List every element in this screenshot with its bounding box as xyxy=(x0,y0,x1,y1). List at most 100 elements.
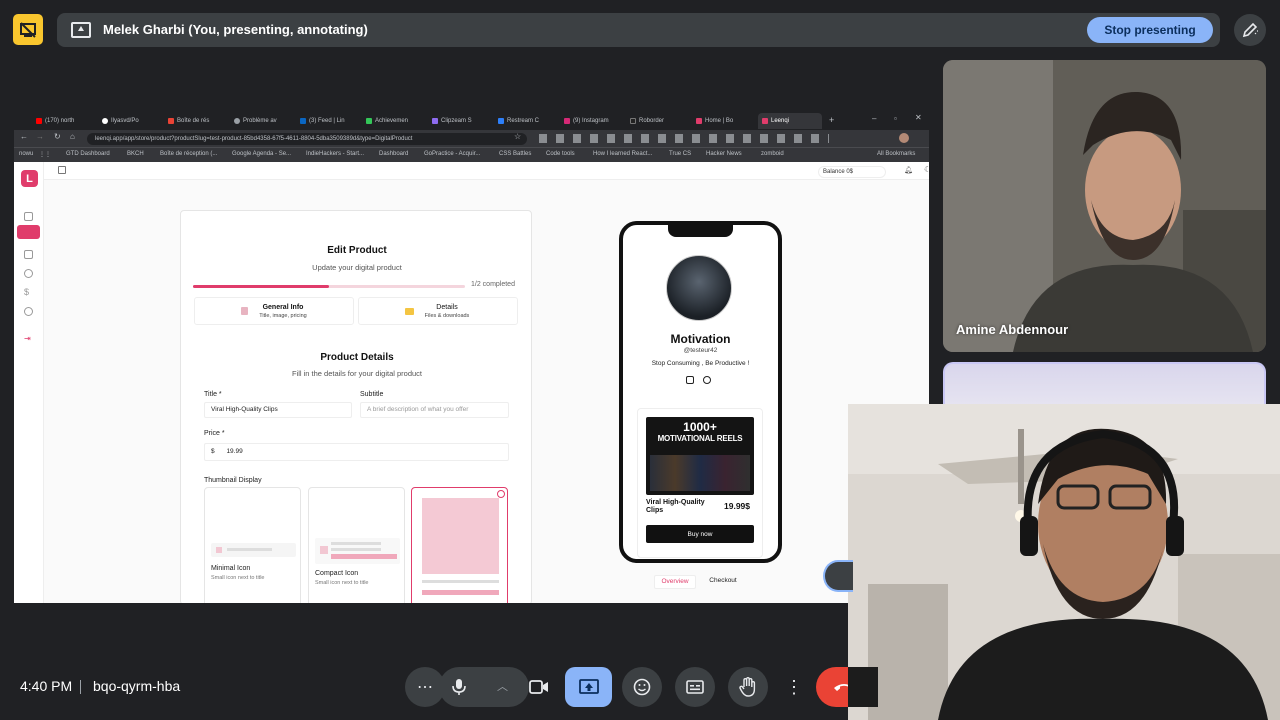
divider xyxy=(80,680,81,694)
thumb-option-minimal[interactable]: Minimal Icon Small icon next to title xyxy=(204,487,301,603)
bookmark-item[interactable]: Google Agenda - Se... xyxy=(232,151,291,157)
captions-icon xyxy=(686,680,704,694)
bell-icon[interactable]: 🔔︎ xyxy=(904,166,913,174)
thumb-option-compact[interactable]: Compact Icon Small icon next to title xyxy=(308,487,405,603)
forward-icon[interactable]: → xyxy=(36,132,44,141)
restore-icon[interactable]: ▫ xyxy=(894,114,897,123)
bookmark-item[interactable]: GTD Dashboard xyxy=(66,151,110,157)
close-window-icon[interactable]: ✕ xyxy=(915,113,922,122)
browser-tab[interactable]: (3) Feed | Lin xyxy=(296,113,360,129)
app-logo[interactable]: L xyxy=(21,170,38,187)
step-general-info[interactable]: General Info Title, image, pricing xyxy=(194,297,354,325)
price-input[interactable]: $ 19.99 xyxy=(204,443,509,461)
browser-tab[interactable]: Home | Bo xyxy=(692,113,756,129)
more-vert-icon: ⋮ xyxy=(785,677,803,697)
browser-tab[interactable]: Roborder xyxy=(626,113,690,129)
screen-off-icon xyxy=(20,21,36,38)
home-button-icon[interactable]: ⌂ xyxy=(70,132,75,141)
bookmark-item[interactable]: How I learned React... xyxy=(593,151,652,157)
tab-checkout[interactable]: Checkout xyxy=(702,575,744,589)
selected-radio-icon xyxy=(497,490,505,498)
meet-logo-icon[interactable] xyxy=(13,14,43,45)
clipzeam-icon xyxy=(432,118,438,124)
bookmark-item[interactable]: zomboid xyxy=(761,151,784,157)
bookmark-item[interactable]: GoPractice - Acquir... xyxy=(424,151,480,157)
step-details[interactable]: Details Files & downloads xyxy=(358,297,518,325)
more-vert-button[interactable]: ⋮ xyxy=(774,667,814,707)
settings-icon[interactable] xyxy=(24,307,33,316)
self-view-tile[interactable] xyxy=(848,404,1280,720)
title-label: Title * xyxy=(204,391,222,398)
bookmark-item[interactable]: Code tools xyxy=(546,151,575,157)
sidebar-toggle-icon[interactable] xyxy=(58,166,66,174)
browser-tab-active[interactable]: Leenqi xyxy=(758,113,822,129)
browser-tab[interactable]: (170) north xyxy=(32,113,96,129)
dollar-icon[interactable]: $ xyxy=(24,288,33,297)
bookmark-item[interactable]: nowu xyxy=(19,151,33,157)
browser-tab[interactable]: Ilyasvd/Po xyxy=(98,113,162,129)
bookmark-item[interactable]: CSS Battles xyxy=(499,151,531,157)
stop-presenting-button[interactable]: Stop presenting xyxy=(1087,17,1213,43)
browser-tab[interactable]: Clipzeam S xyxy=(428,113,492,129)
buy-now-button[interactable]: Buy now xyxy=(646,525,754,543)
browser-tab[interactable]: Problème av xyxy=(230,113,294,129)
bookmark-item[interactable]: All Bookmarks xyxy=(877,151,915,157)
price-label: Price * xyxy=(204,430,225,437)
store-nav-active[interactable] xyxy=(17,225,40,239)
reload-icon[interactable]: ↻ xyxy=(54,132,61,141)
reactions-button[interactable] xyxy=(622,667,662,707)
browser-tab[interactable]: (9) Instagram xyxy=(560,113,624,129)
logout-icon[interactable]: ⇥ xyxy=(24,334,33,343)
self-view-edge xyxy=(848,667,878,707)
emoji-icon xyxy=(633,678,651,696)
analytics-icon[interactable] xyxy=(24,212,33,221)
extensions-icon[interactable] xyxy=(539,134,829,143)
clock: 4:40 PM xyxy=(20,678,73,694)
camera-button[interactable] xyxy=(519,667,559,707)
globe-icon[interactable] xyxy=(703,376,711,384)
apps-grid-icon[interactable]: ⋮⋮ xyxy=(39,151,51,158)
pencil-icon xyxy=(1242,22,1258,38)
chevron-up-icon[interactable]: ︿ xyxy=(497,678,508,694)
instagram-icon xyxy=(564,118,570,124)
tab-overview[interactable]: Overview xyxy=(654,575,696,589)
present-button[interactable] xyxy=(565,667,612,707)
new-tab-icon[interactable]: + xyxy=(829,115,834,125)
calendar-icon[interactable] xyxy=(24,250,33,259)
bookmark-item[interactable]: True CS xyxy=(669,151,691,157)
browser-tab[interactable]: Restream C xyxy=(494,113,558,129)
mic-icon[interactable] xyxy=(451,678,467,696)
restream-icon xyxy=(498,118,504,124)
present-screen-icon xyxy=(71,22,91,38)
annotate-button[interactable] xyxy=(1234,14,1266,46)
camera-icon xyxy=(529,680,548,694)
bookmark-item[interactable]: Boîte de réception (... xyxy=(160,151,217,157)
theme-toggle-icon[interactable]: ☾ xyxy=(924,165,929,174)
participant-tile[interactable]: Amine Abdennour xyxy=(943,60,1266,352)
browser-tab[interactable]: Achievemen xyxy=(362,113,426,129)
profile-avatar xyxy=(666,255,732,321)
title-input[interactable]: Viral High-Quality Clips xyxy=(204,402,352,418)
subtitle-input[interactable]: A brief description of what you offer xyxy=(360,402,509,418)
back-icon[interactable]: ← xyxy=(20,132,28,141)
income-icon[interactable] xyxy=(24,269,33,278)
profile-handle: @testeur42 xyxy=(683,347,718,354)
thumb-option-large[interactable] xyxy=(411,487,508,603)
minimize-icon[interactable]: – xyxy=(872,114,876,123)
floating-avatar[interactable] xyxy=(823,560,853,592)
raise-hand-button[interactable] xyxy=(728,667,768,707)
product-card[interactable]: 1000+ MOTIVATIONAL REELS Viral High-Qual… xyxy=(637,408,763,558)
thumbnail-label: Thumbnail Display xyxy=(204,477,262,484)
thumb-swatch xyxy=(320,546,328,554)
profile-avatar[interactable] xyxy=(899,133,909,143)
bookmark-item[interactable]: IndieHackers - Start... xyxy=(306,151,364,157)
url-input[interactable]: leenqi.app/app/store/product?productSlug… xyxy=(87,133,527,145)
balance-badge[interactable]: Balance 0$ xyxy=(818,166,886,178)
instagram-icon[interactable] xyxy=(686,376,694,384)
browser-tab[interactable]: Boîte de rés xyxy=(164,113,228,129)
bookmark-item[interactable]: BKCH xyxy=(127,151,144,157)
captions-button[interactable] xyxy=(675,667,715,707)
bookmark-item[interactable]: Hacker News xyxy=(706,151,742,157)
bookmark-star-icon[interactable]: ☆ xyxy=(514,132,521,141)
bookmark-item[interactable]: Dashboard xyxy=(379,151,408,157)
